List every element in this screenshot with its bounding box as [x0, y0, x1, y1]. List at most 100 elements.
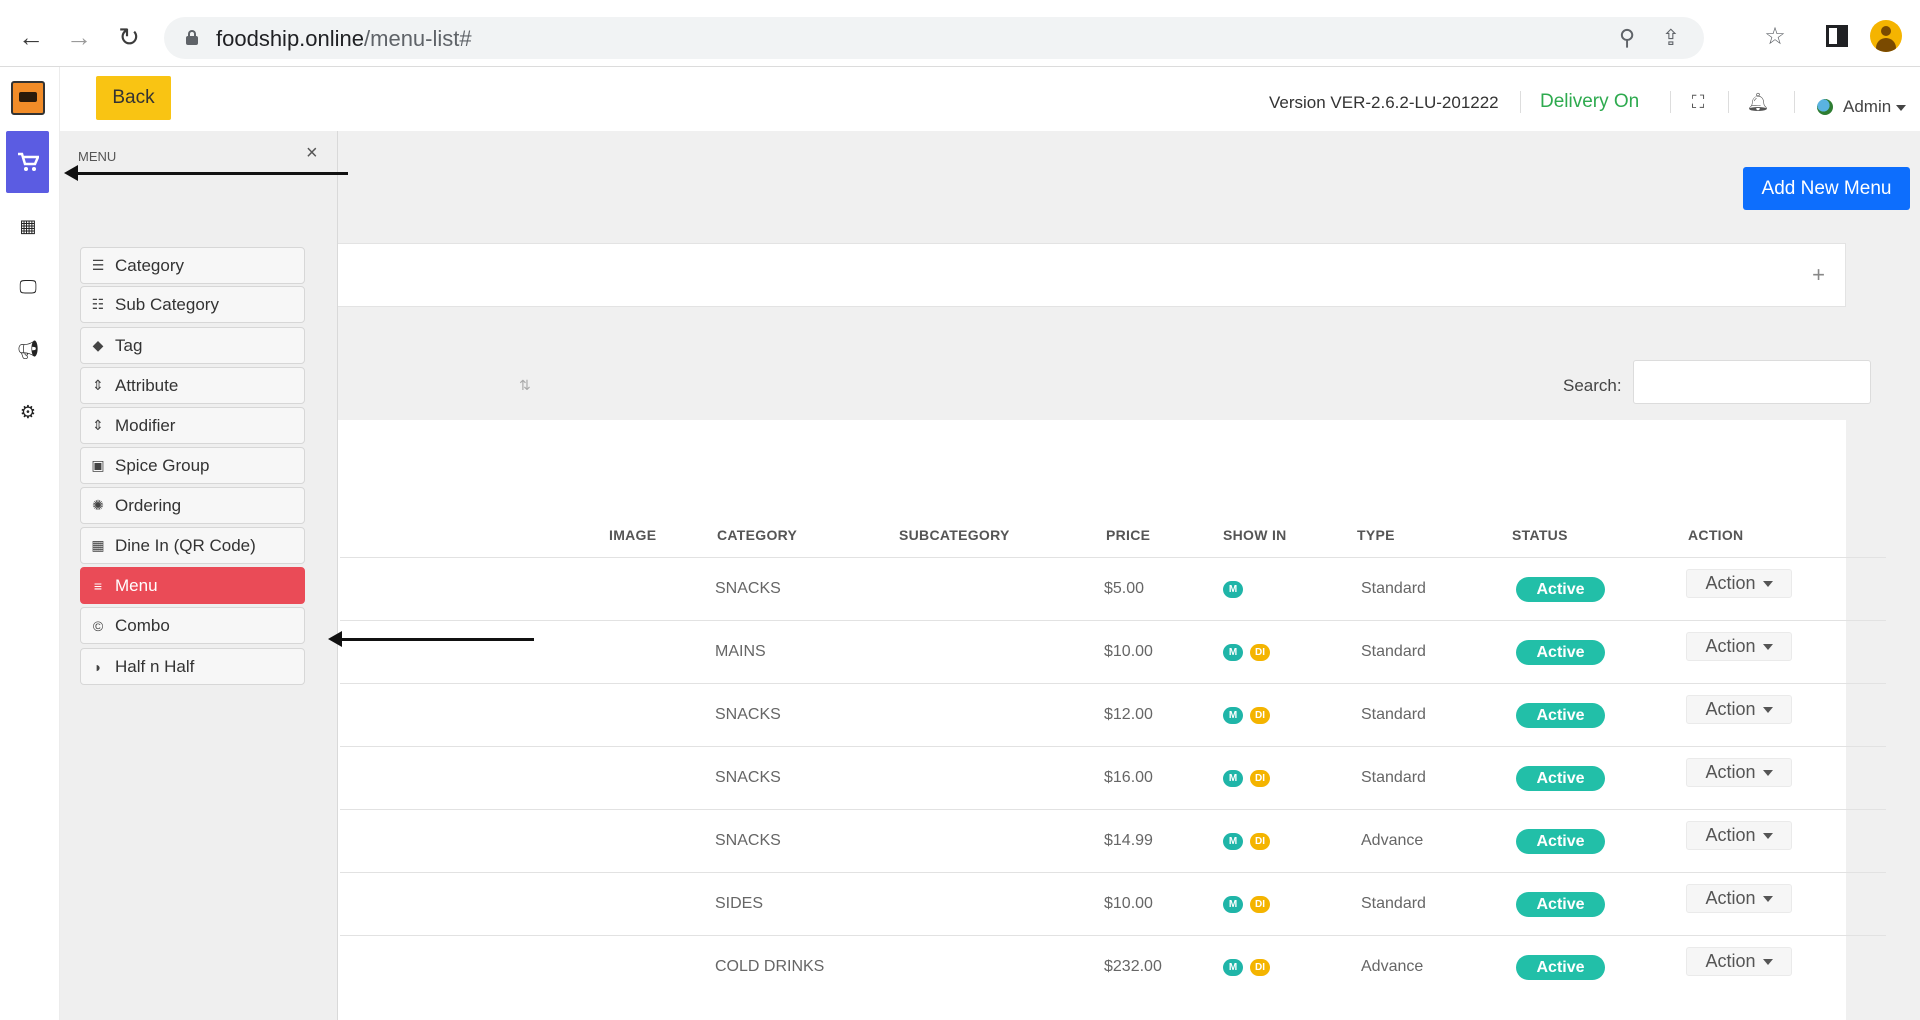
icon-rail: ▦ 🖵 📢︎ ⚙ — [6, 67, 60, 1020]
search-input[interactable] — [1633, 360, 1871, 404]
gear-icon[interactable]: ⚙ — [16, 400, 40, 424]
close-icon[interactable]: × — [306, 142, 318, 165]
column-header[interactable]: ACTION — [1688, 527, 1743, 543]
cart-nav-button[interactable] — [6, 131, 49, 193]
drawer-item-spice-group[interactable]: ▣ Spice Group — [80, 447, 305, 484]
status-badge[interactable]: Active — [1516, 703, 1605, 728]
bookmark-star-icon[interactable]: ☆ — [1759, 20, 1791, 52]
divider — [1520, 91, 1521, 113]
category-cell: SIDES — [715, 895, 764, 912]
list-ordered-icon: ☰ — [91, 257, 105, 273]
type-cell: Standard — [1361, 643, 1426, 660]
action-dropdown-button[interactable]: Action — [1686, 695, 1792, 724]
search-label: Search: — [1563, 376, 1622, 395]
column-header[interactable]: TYPE — [1357, 527, 1395, 543]
qr-icon: ▦ — [91, 537, 105, 553]
action-dropdown-button[interactable]: Action — [1686, 758, 1792, 787]
bell-icon[interactable]: 🔔︎ — [1747, 91, 1770, 113]
drawer-item-combo[interactable]: © Combo — [80, 607, 305, 644]
status-badge[interactable]: Active — [1516, 640, 1605, 665]
drawer-item-label: Attribute — [115, 375, 179, 395]
price-cell: $10.00 — [1104, 895, 1153, 912]
column-header[interactable]: IMAGE — [609, 527, 656, 543]
caret-down-icon — [1762, 832, 1773, 839]
status-badge[interactable]: Active — [1516, 766, 1605, 791]
monitor-icon[interactable]: 🖵 — [16, 275, 40, 299]
cog-icon: ✺ — [92, 497, 104, 513]
drawer-item-sub-category[interactable]: ☷ Sub Category — [80, 286, 305, 323]
delivery-status[interactable]: Delivery On — [1540, 91, 1639, 113]
drawer-item-dine-in-qr-code[interactable]: ▦ Dine In (QR Code) — [80, 527, 305, 564]
share-icon[interactable]: ⇪ — [1658, 25, 1684, 51]
address-bar[interactable]: foodship.online/menu-list# ⚲ ⇪ — [164, 17, 1704, 59]
admin-menu[interactable]: Admin — [1843, 97, 1907, 117]
drawer-item-half-n-half[interactable]: ◗ Half n Half — [80, 648, 305, 685]
drawer-item-category[interactable]: ☰ Category — [80, 247, 305, 284]
drawer-item-ordering[interactable]: ✺ Ordering — [80, 487, 305, 524]
fullscreen-icon[interactable]: ⛶ — [1687, 91, 1709, 113]
row-divider — [340, 683, 1886, 684]
action-dropdown-button[interactable]: Action — [1686, 947, 1792, 976]
type-cell: Standard — [1361, 706, 1426, 723]
drawer-item-label: Ordering — [115, 495, 182, 515]
back-arrow-icon[interactable]: ← — [14, 20, 48, 54]
drawer-item-label: Combo — [115, 615, 170, 635]
drawer-item-attribute[interactable]: ⇕ Attribute — [80, 367, 305, 404]
type-cell: Standard — [1361, 580, 1426, 597]
cart-icon — [17, 152, 39, 171]
sort-arrows-icon[interactable]: ⇅ — [519, 377, 531, 394]
add-new-menu-button[interactable]: Add New Menu — [1743, 167, 1910, 210]
price-cell: $10.00 — [1104, 643, 1153, 660]
drawer-item-tag[interactable]: ◆ Tag — [80, 327, 305, 364]
version-text: Version VER-2.6.2-LU-201222 — [1269, 93, 1499, 112]
drawer-item-modifier[interactable]: ⇕ Modifier — [80, 407, 305, 444]
dine-in-badge: DI — [1250, 896, 1270, 913]
column-header[interactable]: STATUS — [1512, 527, 1568, 543]
reload-icon[interactable]: ↻ — [112, 20, 146, 54]
column-header[interactable]: PRICE — [1106, 527, 1150, 543]
type-cell: Advance — [1361, 958, 1424, 975]
lock-icon — [186, 30, 198, 45]
half-icon: ◗ — [93, 658, 103, 675]
status-badge[interactable]: Active — [1516, 955, 1605, 980]
status-badge[interactable]: Active — [1516, 577, 1605, 602]
column-header[interactable]: SHOW IN — [1223, 527, 1287, 543]
copyright-icon: © — [92, 617, 104, 634]
divider — [1794, 91, 1795, 113]
action-dropdown-button[interactable]: Action — [1686, 569, 1792, 598]
list-icon: ☷ — [91, 296, 105, 312]
price-cell: $5.00 — [1104, 580, 1145, 597]
column-header[interactable]: SUBCATEGORY — [899, 527, 1010, 543]
app-topbar: Back Version VER-2.6.2-LU-201222 Deliver… — [60, 67, 1920, 131]
type-cell: Standard — [1361, 769, 1426, 786]
drawer-item-label: Dine In (QR Code) — [115, 535, 256, 555]
caret-down-icon — [1762, 580, 1773, 587]
status-badge[interactable]: Active — [1516, 892, 1605, 917]
price-cell: $12.00 — [1104, 706, 1153, 723]
category-cell: COLD DRINKS — [715, 958, 825, 975]
forward-arrow-icon[interactable]: → — [62, 20, 96, 54]
drawer-item-menu[interactable]: ≡ Menu — [80, 567, 305, 604]
back-button[interactable]: Back — [96, 76, 171, 120]
status-badge[interactable]: Active — [1516, 829, 1605, 854]
bars-icon: ≡ — [93, 577, 103, 594]
action-dropdown-button[interactable]: Action — [1686, 821, 1792, 850]
action-label: Action — [1705, 636, 1756, 656]
zoom-icon[interactable]: ⚲ — [1614, 25, 1640, 51]
expand-plus-icon[interactable]: + — [1812, 262, 1825, 288]
menu-badge: M — [1223, 959, 1243, 976]
profile-avatar[interactable] — [1870, 20, 1902, 52]
action-dropdown-button[interactable]: Action — [1686, 884, 1792, 913]
action-dropdown-button[interactable]: Action — [1686, 632, 1792, 661]
side-panel-icon[interactable] — [1821, 20, 1853, 52]
divider — [1728, 91, 1729, 113]
row-divider — [340, 872, 1886, 873]
filter-card: + — [300, 243, 1846, 307]
megaphone-icon[interactable]: 📢︎ — [16, 338, 40, 362]
app-logo[interactable] — [11, 81, 45, 115]
dine-in-badge: DI — [1250, 833, 1270, 850]
drawer-title: MENU — [78, 149, 117, 164]
action-label: Action — [1705, 951, 1756, 971]
column-header[interactable]: CATEGORY — [717, 527, 797, 543]
calculator-icon[interactable]: ▦ — [16, 214, 40, 238]
